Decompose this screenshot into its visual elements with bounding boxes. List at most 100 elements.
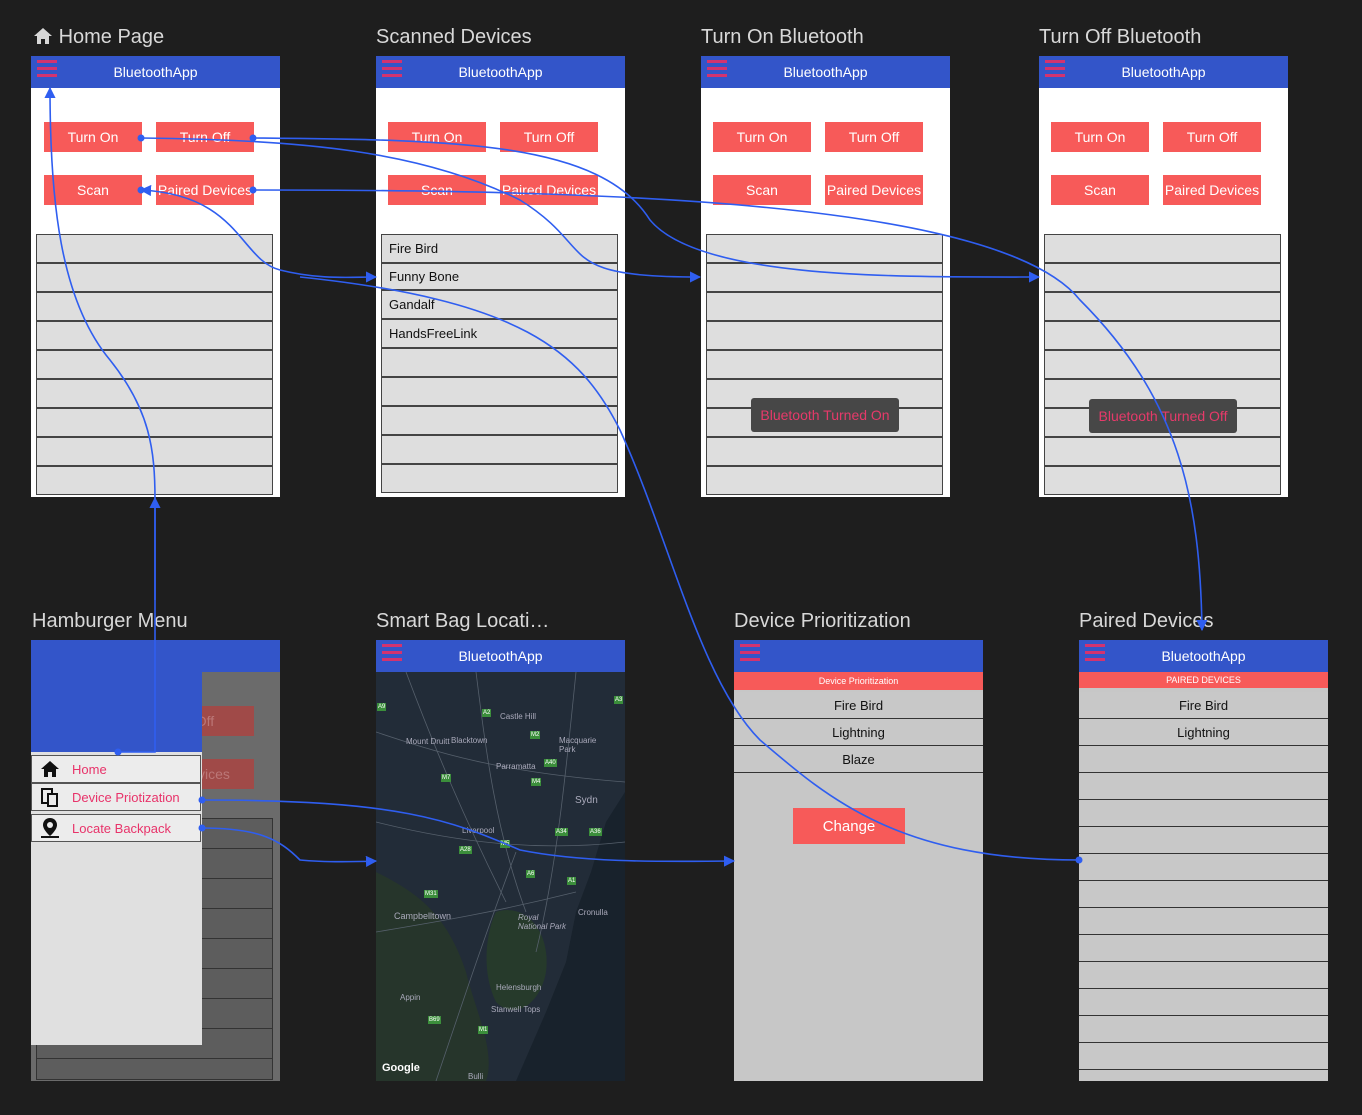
list-item[interactable] (381, 348, 618, 377)
scan-button[interactable]: Scan (388, 175, 486, 205)
road-badge: M7 (441, 774, 452, 782)
list-item[interactable] (706, 292, 943, 321)
hamburger-screen-title: Hamburger Menu (32, 610, 188, 632)
list-item[interactable] (706, 234, 943, 263)
list-item[interactable] (706, 321, 943, 350)
scan-button[interactable]: Scan (1051, 175, 1149, 205)
list-item[interactable]: HandsFreeLink (381, 319, 618, 348)
list-item[interactable] (1079, 1043, 1328, 1070)
map-view[interactable]: Sydn (376, 672, 625, 1081)
list-item[interactable]: Fire Bird (1079, 692, 1328, 719)
list-item[interactable] (706, 437, 943, 466)
road-badge: A36 (589, 828, 602, 836)
road-badge: A6 (526, 870, 536, 878)
hamburger-screen: Off Devices Home Device Priotization Loc… (31, 640, 280, 1081)
hamburger-icon[interactable] (1085, 644, 1105, 662)
list-item[interactable] (1079, 746, 1328, 773)
list-item[interactable] (1044, 321, 1281, 350)
menu-item-locate-backpack[interactable]: Locate Backpack (31, 814, 201, 842)
list-item[interactable] (706, 350, 943, 379)
hamburger-icon[interactable] (37, 60, 57, 78)
section-header: PAIRED DEVICES (1079, 672, 1328, 688)
google-logo: Google (382, 1062, 420, 1074)
road-badge: M1 (478, 1026, 489, 1034)
road-badge: A1 (567, 877, 577, 885)
list-item[interactable] (381, 377, 618, 406)
list-item[interactable] (1079, 989, 1328, 1016)
list-item[interactable] (381, 406, 618, 435)
turn-on-button[interactable]: Turn On (1051, 122, 1149, 152)
road-badge: M4 (531, 778, 542, 786)
list-item[interactable] (1044, 292, 1281, 321)
paired-devices-button[interactable]: Paired Devices (500, 175, 598, 205)
turn-on-button[interactable]: Turn On (713, 122, 811, 152)
change-button[interactable]: Change (793, 808, 905, 844)
list-item[interactable] (1044, 263, 1281, 292)
app-bar: BluetoothApp (31, 56, 280, 88)
list-item[interactable] (36, 466, 273, 495)
list-item[interactable] (1079, 935, 1328, 962)
map-label: Mount Druitt (406, 737, 450, 746)
turn-off-button[interactable]: Turn Off (825, 122, 923, 152)
list-item[interactable] (1044, 437, 1281, 466)
list-item[interactable] (706, 263, 943, 292)
section-header: Device Prioritization (734, 672, 983, 690)
app-bar: BluetoothApp (1079, 640, 1328, 672)
list-item[interactable] (706, 466, 943, 495)
list-item[interactable] (36, 350, 273, 379)
list-item[interactable]: Lightning (734, 719, 983, 746)
list-item[interactable]: Gandalf (381, 290, 618, 319)
hamburger-icon[interactable] (1045, 60, 1065, 78)
list-item[interactable] (381, 435, 618, 464)
menu-item-device-prioritization[interactable]: Device Priotization (31, 783, 201, 811)
turn-on-button[interactable]: Turn On (388, 122, 486, 152)
list-item[interactable] (36, 437, 273, 466)
list-item[interactable] (1079, 800, 1328, 827)
scan-button[interactable]: Scan (713, 175, 811, 205)
turn-off-button[interactable]: Turn Off (500, 122, 598, 152)
list-item[interactable]: Fire Bird (381, 234, 618, 263)
paired-devices-button[interactable]: Paired Devices (156, 175, 254, 205)
scan-button[interactable]: Scan (44, 175, 142, 205)
road-badge: A34 (555, 828, 568, 836)
list-item[interactable]: Funny Bone (381, 263, 618, 290)
list-item[interactable] (1079, 881, 1328, 908)
paired-devices-button[interactable]: Paired Devices (825, 175, 923, 205)
toast-message: Bluetooth Turned Off (1089, 399, 1237, 433)
list-item[interactable] (1044, 466, 1281, 495)
app-bar: BluetoothApp (701, 56, 950, 88)
hamburger-icon[interactable] (382, 60, 402, 78)
list-item[interactable] (1044, 350, 1281, 379)
app-title: BluetoothApp (458, 64, 543, 80)
map-screen: BluetoothApp Sydn Castle Hill Mount Drui… (376, 640, 625, 1081)
paired-devices-button[interactable]: Paired Devices (1163, 175, 1261, 205)
list-item[interactable] (1079, 908, 1328, 935)
list-item[interactable] (36, 234, 273, 263)
list-item[interactable] (36, 292, 273, 321)
list-item[interactable] (1044, 234, 1281, 263)
turn-on-button[interactable]: Turn On (44, 122, 142, 152)
turn-off-button[interactable]: Turn Off (156, 122, 254, 152)
list-item[interactable] (1079, 1016, 1328, 1043)
list-item[interactable] (1079, 854, 1328, 881)
hamburger-icon[interactable] (382, 644, 402, 662)
hamburger-icon[interactable] (707, 60, 727, 78)
list-item[interactable] (36, 263, 273, 292)
list-item[interactable] (381, 464, 618, 493)
list-item[interactable] (36, 379, 273, 408)
map-label: Royal National Park (518, 913, 567, 931)
list-item[interactable]: Blaze (734, 746, 983, 773)
list-item[interactable] (36, 321, 273, 350)
list-item[interactable] (36, 408, 273, 437)
list-item[interactable] (1079, 773, 1328, 800)
turn-off-button[interactable]: Turn Off (1163, 122, 1261, 152)
menu-item-home[interactable]: Home (31, 755, 201, 783)
list-item[interactable]: Lightning (1079, 719, 1328, 746)
list-item[interactable]: Fire Bird (734, 692, 983, 719)
device-list (706, 234, 943, 495)
app-bar: BluetoothApp (376, 640, 625, 672)
list-item[interactable] (1079, 827, 1328, 854)
hamburger-icon[interactable] (740, 644, 760, 662)
list-item[interactable] (1079, 962, 1328, 989)
road-badge: M2 (530, 731, 541, 739)
